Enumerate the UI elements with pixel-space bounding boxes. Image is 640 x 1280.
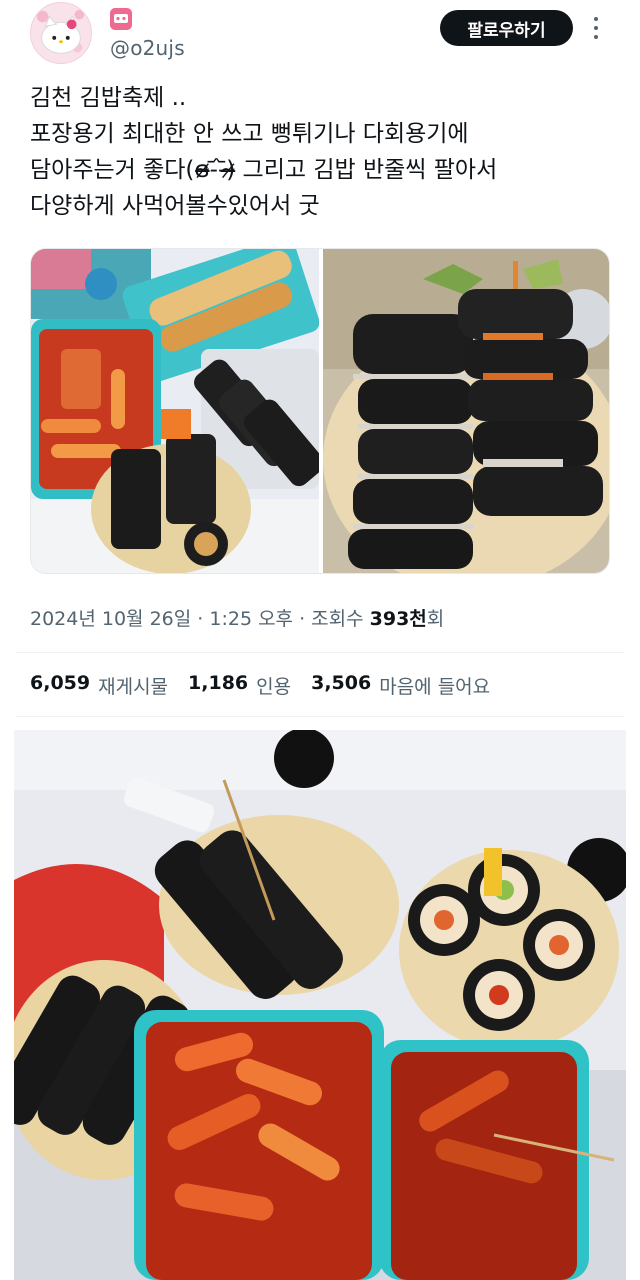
tweet-line: 담아주는거 좋다(ɞ̴̶̷-᷄-᷅)̴̶̷ 그리고 김밥 반줄씩 팔아서 xyxy=(30,157,498,183)
likes-stat[interactable]: 3,506 마음에 들어요 xyxy=(311,672,490,699)
tweet-page: @o2ujs 팔로우하기 김천 김밥축제 .. 포장용기 최대한 안 쓰고 뻥튀… xyxy=(0,0,640,1280)
tweet-line: 포장용기 최대한 안 쓰고 뻥튀기나 다회용기에 xyxy=(30,121,469,147)
retweets-label: 재게시물 xyxy=(98,676,169,698)
retweets-count: 6,059 xyxy=(30,672,91,694)
tweet-photo-1[interactable] xyxy=(31,249,319,573)
tweet-media-grid xyxy=(30,248,610,574)
meta-separator: · xyxy=(191,608,210,630)
tweet-header: @o2ujs 팔로우하기 xyxy=(0,0,640,70)
quotes-stat[interactable]: 1,186 인용 xyxy=(188,672,291,699)
food-photo-tteokbokki-kimbap xyxy=(31,249,319,573)
likes-count: 3,506 xyxy=(311,672,372,694)
tweet-date[interactable]: 2024년 10월 26일 xyxy=(30,608,191,630)
pink-face-badge-icon xyxy=(110,8,132,30)
retweets-stat[interactable]: 6,059 재게시물 xyxy=(30,672,168,699)
tweet-line: 김천 김밥축제 .. xyxy=(30,85,187,111)
meta-separator: · xyxy=(293,608,312,630)
tweet-text: 김천 김밥축제 .. 포장용기 최대한 안 쓰고 뻥튀기나 다회용기에 담아주는… xyxy=(30,80,620,224)
avatar[interactable] xyxy=(30,2,92,64)
more-options-icon[interactable] xyxy=(588,14,604,42)
views-suffix: 회 xyxy=(426,608,445,630)
tweet-time[interactable]: 1:25 오후 xyxy=(209,608,293,630)
likes-label: 마음에 들어요 xyxy=(379,676,491,698)
follow-button[interactable]: 팔로우하기 xyxy=(440,10,573,46)
views-label: 조회수 xyxy=(311,608,370,630)
tweet-stats: 6,059 재게시물 1,186 인용 3,506 마음에 들어요 xyxy=(30,672,510,699)
food-photo-kimbap-tteokbokki-table xyxy=(14,730,626,1280)
attached-food-photo[interactable] xyxy=(14,730,626,1280)
tweet-meta: 2024년 10월 26일 · 1:25 오후 · 조회수 393천회 xyxy=(30,604,444,631)
quotes-label: 인용 xyxy=(256,676,292,698)
divider xyxy=(16,716,624,717)
food-photo-kimbap-stack xyxy=(323,249,609,573)
hello-kitty-avatar-icon xyxy=(31,3,91,63)
divider xyxy=(16,652,624,653)
tweet-line: 다양하게 사먹어볼수있어서 굿 xyxy=(30,193,320,219)
user-handle[interactable]: @o2ujs xyxy=(110,36,185,60)
quotes-count: 1,186 xyxy=(188,672,249,694)
tweet-photo-2[interactable] xyxy=(323,249,609,573)
views-count: 393천 xyxy=(369,608,427,630)
